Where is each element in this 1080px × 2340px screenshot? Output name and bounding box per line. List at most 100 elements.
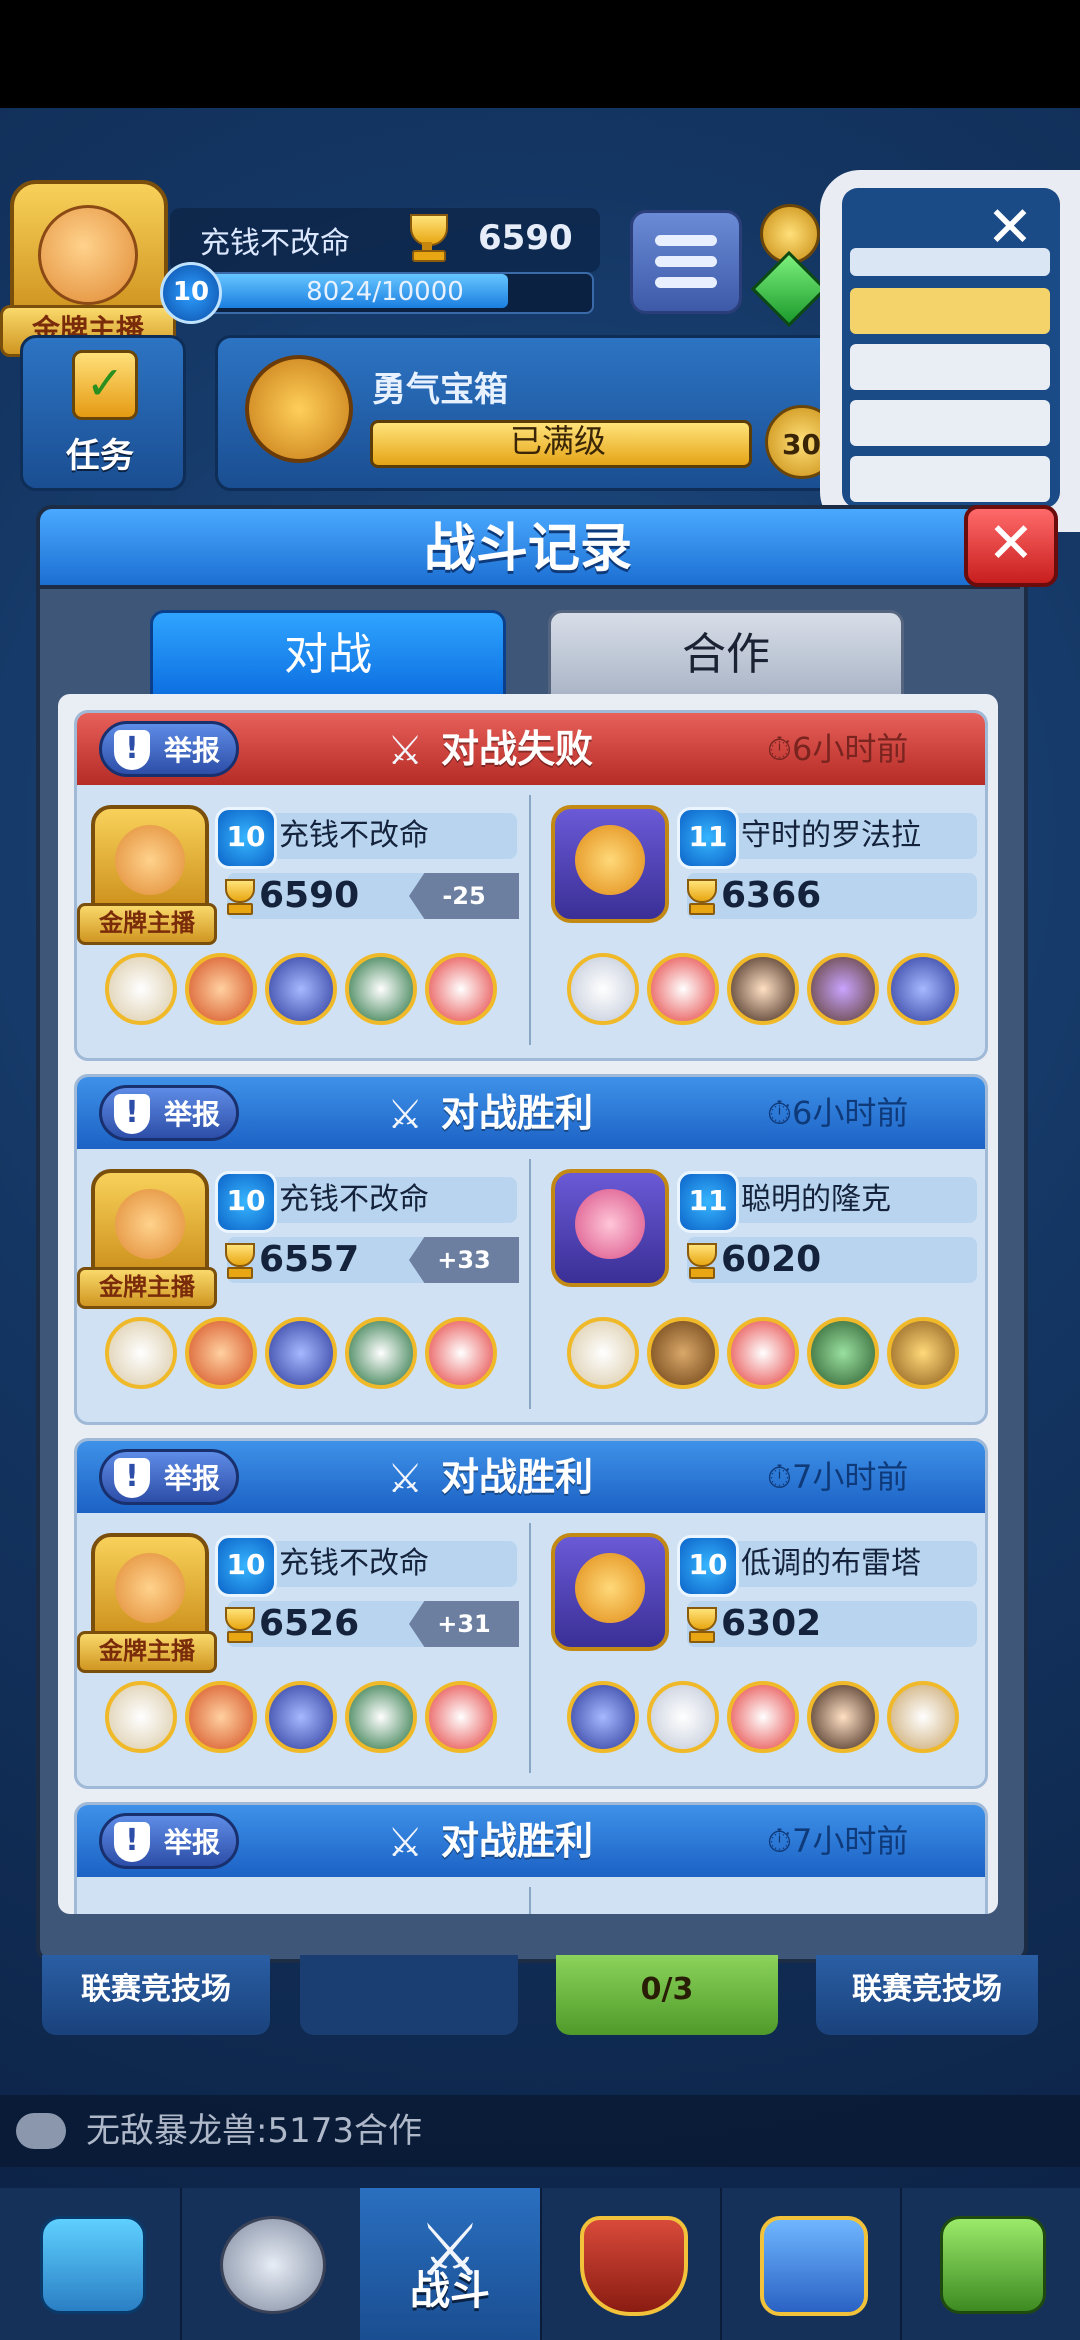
nav-garden[interactable]: [900, 2188, 1080, 2340]
chat-bubble-icon: [16, 2113, 66, 2149]
opponent-avatar[interactable]: [551, 805, 669, 923]
trophy-icon: [679, 1243, 719, 1279]
nav-clan[interactable]: [540, 2188, 722, 2340]
hero-icon[interactable]: [727, 1317, 799, 1389]
treasure-chest-icon: [40, 2216, 146, 2314]
trophy-delta: -25: [409, 873, 519, 919]
trophy-icon: [679, 1607, 719, 1643]
hero-icon[interactable]: [185, 1681, 257, 1753]
shield-icon: !: [114, 1458, 150, 1498]
hero-icon[interactable]: [185, 953, 257, 1025]
record-header: ! 举报 ⚔ 对战胜利 ⏱7小时前: [77, 1441, 985, 1513]
hero-icon[interactable]: [887, 1317, 959, 1389]
battle-time: ⏱6小时前: [767, 730, 909, 768]
tab-pvp[interactable]: 对战: [150, 610, 506, 700]
battle-record: ! 举报 ⚔ 对战胜利 ⏱6小时前 金牌主播 10 充钱不改命 6557 +33 …: [74, 1074, 988, 1425]
battle-result: 对战胜利: [441, 1819, 594, 1863]
hero-icon[interactable]: [887, 953, 959, 1025]
hero-icon[interactable]: [567, 1681, 639, 1753]
hero-icon[interactable]: [647, 1681, 719, 1753]
battle-result: 对战胜利: [441, 1455, 594, 1499]
hero-icon[interactable]: [727, 953, 799, 1025]
player-trophies: 6526: [259, 1603, 360, 1644]
record-list[interactable]: ! 举报 ⚔ 对战失败 ⏱6小时前 金牌主播 10 充钱不改命 6590 -25 …: [58, 694, 998, 1914]
player-trophies: 6590: [259, 875, 360, 916]
report-button[interactable]: ! 举报: [99, 1449, 239, 1505]
chest-status: 已满级: [509, 422, 606, 460]
hero-icon[interactable]: [345, 1681, 417, 1753]
xp-text: 8024/10000: [306, 277, 464, 307]
hero-icon[interactable]: [105, 1681, 177, 1753]
opponent-avatar[interactable]: [551, 1169, 669, 1287]
hero-icon[interactable]: [567, 1317, 639, 1389]
nav-hero[interactable]: [180, 2188, 362, 2340]
opponent-name: 聪明的隆克: [741, 1182, 891, 1217]
report-button[interactable]: ! 举报: [99, 721, 239, 777]
battle-record: ! 举报 ⚔ 对战胜利 ⏱7小时前 金牌主播 10 充钱不改命 6526 +31 …: [74, 1438, 988, 1789]
nav-social[interactable]: [720, 2188, 902, 2340]
menu-button[interactable]: [630, 210, 742, 314]
battle-record: ! 举报 ⚔ 对战胜利 ⏱7小时前: [74, 1802, 988, 1914]
opponent-level: 11: [677, 1171, 739, 1233]
hero-icon[interactable]: [105, 953, 177, 1025]
league-arena-card-right[interactable]: 联赛竞技场: [816, 1955, 1038, 2035]
checklist-icon: ✓: [72, 350, 138, 420]
trophy-icon: [217, 1243, 257, 1279]
player-trophies: 6557: [259, 1239, 360, 1280]
hero-icon[interactable]: [647, 1317, 719, 1389]
player-trophies: 6590: [478, 218, 573, 258]
report-button[interactable]: ! 举报: [99, 1813, 239, 1869]
hero-icon[interactable]: [807, 1317, 879, 1389]
hero-icon[interactable]: [647, 953, 719, 1025]
hero-icon[interactable]: [265, 953, 337, 1025]
hero-icon[interactable]: [345, 953, 417, 1025]
hero-icon[interactable]: [185, 1317, 257, 1389]
league-arena-card-left[interactable]: 联赛竞技场: [42, 1955, 270, 2035]
knight-helmet-icon: [220, 2216, 326, 2314]
battle-time: ⏱7小时前: [767, 1822, 909, 1860]
hero-icon[interactable]: [887, 1681, 959, 1753]
hero-icon[interactable]: [265, 1317, 337, 1389]
people-icon: [760, 2216, 868, 2316]
nav-battle-label: 战斗: [410, 2268, 490, 2314]
hero-icon[interactable]: [567, 953, 639, 1025]
hero-icon[interactable]: [727, 1681, 799, 1753]
player-level: 10: [215, 1171, 277, 1233]
trophy-icon: [400, 214, 454, 262]
report-button[interactable]: ! 举报: [99, 1085, 239, 1141]
task-label: 任务: [66, 436, 134, 476]
crossed-swords-icon: ⚔: [387, 1456, 423, 1502]
record-header: ! 举报 ⚔ 对战胜利 ⏱6小时前: [77, 1077, 985, 1149]
trophy-icon: [217, 1607, 257, 1643]
key-progress[interactable]: 0/3: [556, 1955, 778, 2035]
fist-badge-icon: [245, 355, 353, 463]
record-header: ! 举报 ⚔ 对战胜利 ⏱7小时前: [77, 1805, 985, 1877]
dialog-title: 战斗记录: [423, 519, 632, 579]
opponent-trophies: 6020: [721, 1239, 822, 1280]
hero-icon[interactable]: [265, 1681, 337, 1753]
player-name: 充钱不改命: [279, 818, 429, 853]
chat-message: 无敌暴龙兽:5173合作: [86, 2111, 422, 2151]
tab-coop[interactable]: 合作: [548, 610, 904, 700]
battle-time: ⏱7小时前: [767, 1458, 909, 1496]
hero-icon[interactable]: [425, 1317, 497, 1389]
center-card: [300, 1955, 518, 2035]
hero-icon[interactable]: [105, 1317, 177, 1389]
crossed-swords-icon: ⚔: [387, 728, 423, 774]
opponent-trophies: 6366: [721, 875, 822, 916]
player-name: 充钱不改命: [279, 1182, 429, 1217]
hero-icon[interactable]: [807, 1681, 879, 1753]
hero-icon[interactable]: [345, 1317, 417, 1389]
sprout-icon: [940, 2216, 1046, 2314]
shield-icon: !: [114, 1094, 150, 1134]
hero-icon[interactable]: [425, 1681, 497, 1753]
opponent-avatar[interactable]: [551, 1533, 669, 1651]
pip-close-icon[interactable]: ✕: [985, 200, 1035, 256]
nav-treasure[interactable]: [0, 2188, 182, 2340]
trophy-icon: [217, 879, 257, 915]
shield-icon: !: [114, 730, 150, 770]
hero-icon[interactable]: [425, 953, 497, 1025]
trophy-delta: +33: [409, 1237, 519, 1283]
close-button[interactable]: ✕: [964, 505, 1058, 587]
hero-icon[interactable]: [807, 953, 879, 1025]
